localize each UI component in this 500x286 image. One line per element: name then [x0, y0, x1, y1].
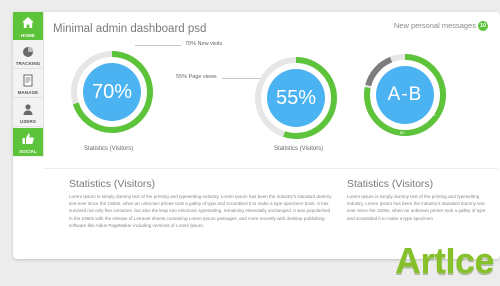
user-icon — [23, 104, 33, 115]
gauge-caption: Statistics (Visitors) — [274, 146, 324, 152]
gauge-new-visits: 70% — [69, 49, 155, 135]
gauge-value: 55% — [275, 87, 317, 109]
messages-count-badge: 10 — [478, 20, 488, 31]
sidebar-item-label: MANAGE — [17, 90, 39, 95]
annotation-line — [135, 45, 181, 46]
sidebar-item-home[interactable]: HOME — [13, 12, 43, 40]
sidebar-item-social[interactable]: SOCIAL — [13, 128, 43, 156]
sidebar-item-label: USERS — [19, 119, 36, 124]
watermark-logo: ArtIce — [394, 240, 495, 281]
pie-chart-icon — [23, 46, 34, 57]
thumbs-up-icon — [22, 133, 34, 144]
messages-link[interactable]: New personal messages 10 — [394, 20, 488, 31]
sidebar-item-tracking[interactable]: TRACKING — [13, 41, 43, 69]
sidebar-item-manage[interactable]: MANAGE — [13, 70, 43, 98]
section-body: Lorem Ipsum is simply dummy text of the … — [347, 194, 486, 221]
annotation-line — [222, 78, 260, 79]
sidebar-item-users[interactable]: USERS — [13, 99, 43, 127]
gauge-value: 70% — [91, 81, 133, 103]
document-icon — [23, 74, 33, 87]
sidebar-item-label: HOME — [21, 33, 35, 38]
gauge-a-b: 80 20 A-B — [362, 52, 448, 138]
section-heading: Statistics (Visitors) — [347, 178, 434, 190]
page-title: Minimal admin dashboard psd — [53, 23, 207, 35]
gauge-page-views: 55% — [253, 55, 339, 141]
gauge-annotation: 70% New visits — [185, 41, 223, 47]
home-icon — [22, 17, 34, 28]
gauge-segment-label-a: 80 — [400, 130, 405, 135]
gauge-caption: Statistics (Visitors) — [84, 146, 134, 152]
gauge-value: A-B — [387, 84, 423, 105]
section-body: Lorem Ipsum is simply dummy text of the … — [69, 194, 332, 228]
section-heading: Statistics (Visitors) — [69, 178, 156, 190]
gauge-annotation: 55% Page views — [176, 74, 217, 80]
section-divider — [43, 168, 498, 169]
messages-label: New personal messages — [393, 21, 476, 30]
sidebar-item-label: TRACKING — [15, 61, 41, 66]
sidebar-item-label: SOCIAL — [19, 149, 37, 154]
gauge-segment-label-b: 20 — [431, 112, 436, 117]
sidebar: HOME TRACKING MANAGE USERS SOCIAL — [13, 12, 44, 157]
